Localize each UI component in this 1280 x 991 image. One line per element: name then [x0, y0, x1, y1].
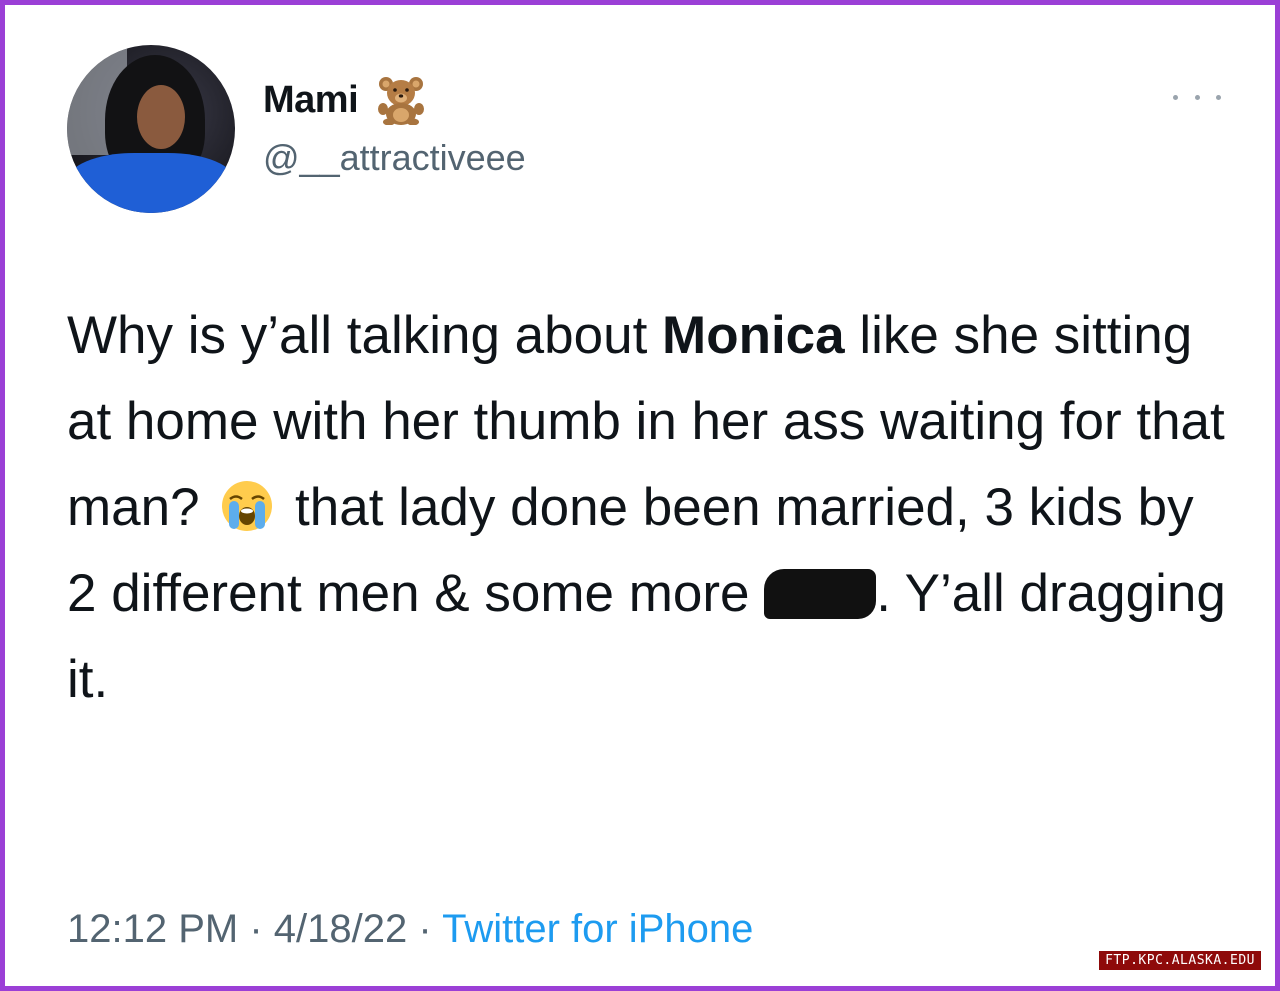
tweet-time[interactable]: 12:12 PM — [67, 907, 238, 951]
tweet-date[interactable]: 4/18/22 — [274, 907, 407, 951]
more-options-icon[interactable] — [1173, 91, 1221, 103]
tweet-metadata: 12:12 PM · 4/18/22 · Twitter for iPhone — [67, 907, 753, 952]
author-name-row[interactable]: Mami — [263, 75, 428, 126]
tweet-body: Why is y’all talking about Monica like s… — [67, 293, 1237, 723]
display-name[interactable]: Mami — [263, 79, 359, 122]
loudly-crying-face-icon — [220, 473, 274, 531]
tweet-text-part: Why is y’all talking about — [67, 306, 663, 365]
avatar[interactable] — [67, 45, 235, 213]
teddy-bear-icon — [374, 75, 428, 126]
meta-separator: · — [418, 907, 432, 951]
screenshot-frame: Mami @__attractiveee Why is y’all talkin… — [0, 0, 1280, 991]
watermark-label: FTP.KPC.ALASKA.EDU — [1099, 951, 1261, 970]
tweet-card: Mami @__attractiveee Why is y’all talkin… — [67, 45, 1237, 975]
tweet-source-link[interactable]: Twitter for iPhone — [442, 907, 753, 951]
avatar-face — [137, 85, 185, 149]
tweet-text-bold: Monica — [662, 306, 845, 365]
meta-separator: · — [249, 907, 263, 951]
user-handle[interactable]: @__attractiveee — [263, 137, 526, 179]
redaction-mark — [764, 569, 877, 619]
avatar-shirt — [67, 153, 235, 213]
